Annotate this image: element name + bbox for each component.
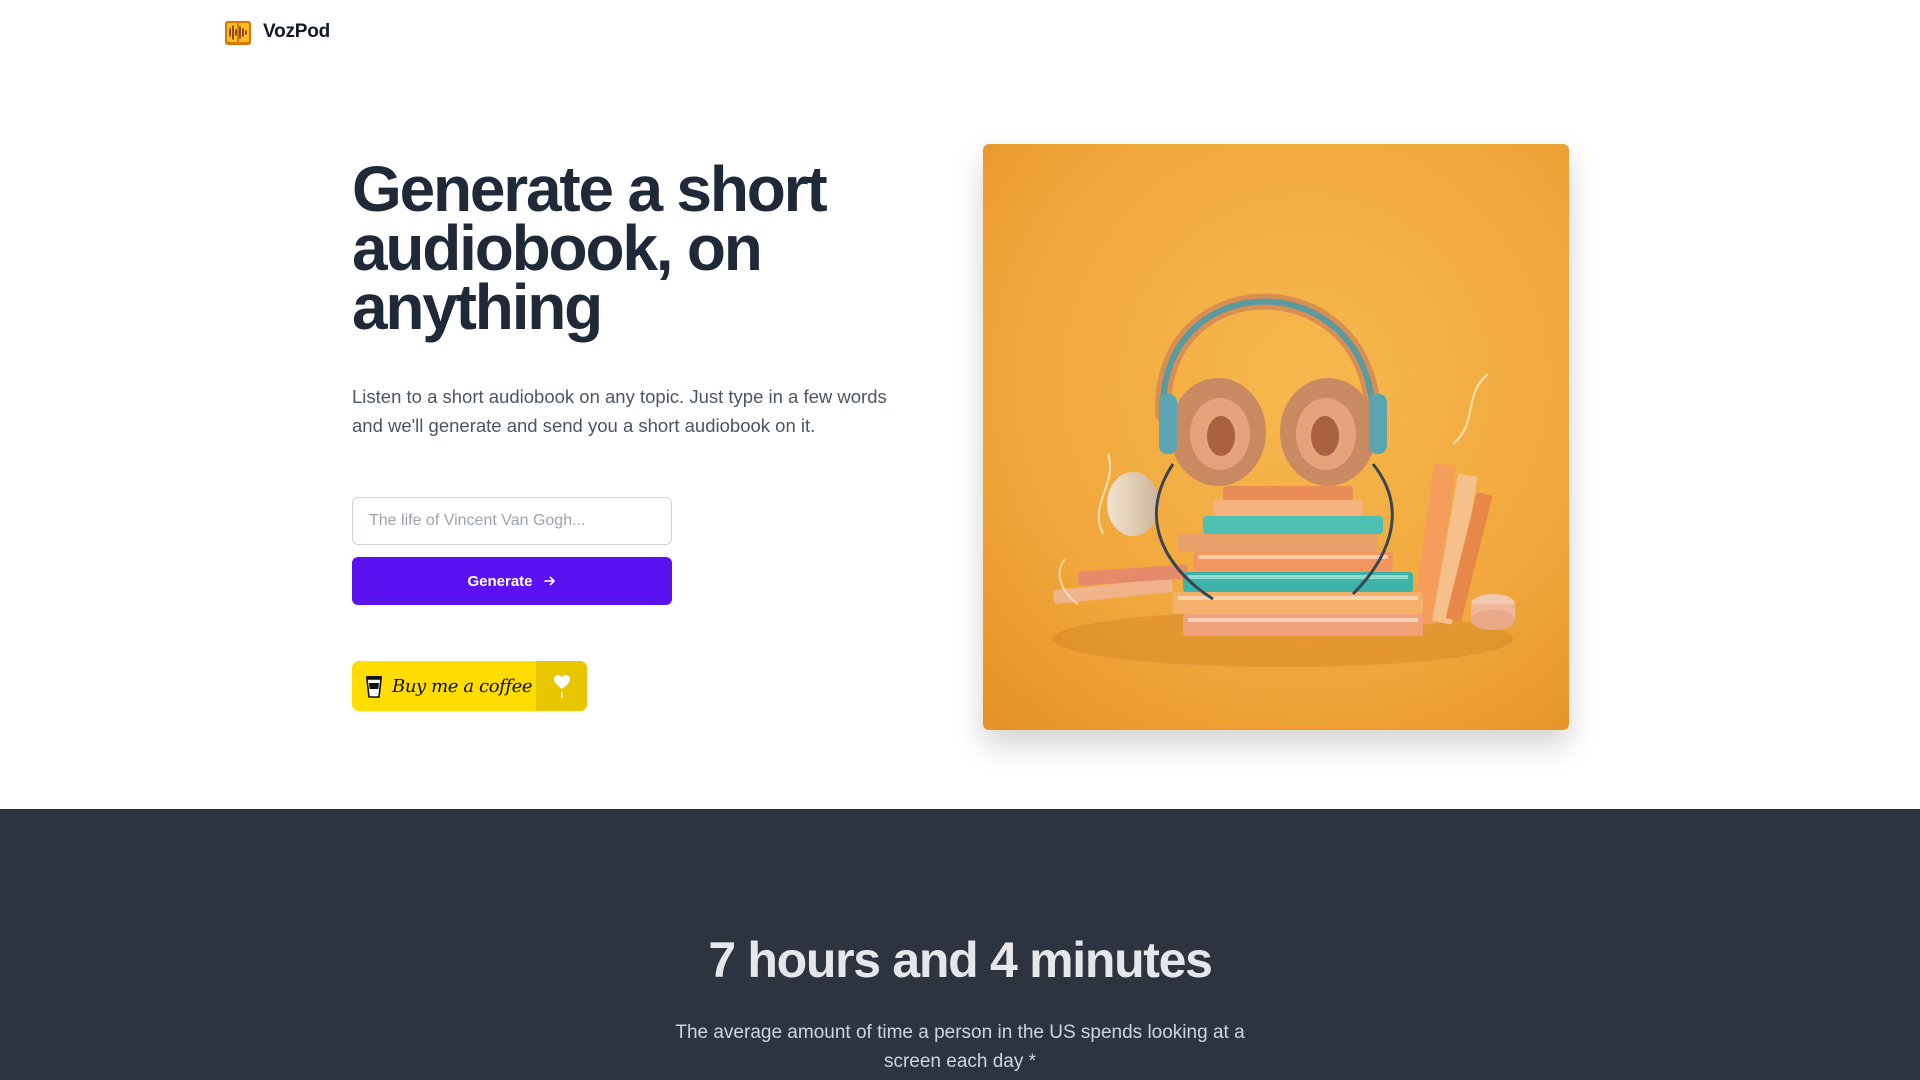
heart-accent-mark — [560, 692, 563, 698]
coffee-button-heart-area — [536, 661, 587, 711]
hero-image — [983, 144, 1569, 730]
hero-title: Generate a short audiobook, on anything — [352, 153, 828, 343]
topic-input[interactable] — [352, 497, 672, 545]
brand-name[interactable]: VozPod — [263, 21, 330, 43]
stat-headline: 7 hours and 4 minutes — [708, 932, 1213, 988]
buy-me-a-coffee-button[interactable]: Buy me a coffee — [352, 661, 587, 711]
headphones-on-books-illustration — [983, 144, 1569, 730]
coffee-cup-icon — [366, 676, 382, 698]
generate-button-label: Generate — [467, 572, 533, 590]
site-header: VozPod — [223, 14, 330, 50]
generate-button[interactable]: Generate — [352, 557, 672, 605]
screen-time-section: 7 hours and 4 minutes The average amount… — [0, 809, 1920, 1080]
stat-description: The average amount of time a person in t… — [675, 1022, 1245, 1072]
heart-icon — [553, 675, 570, 689]
coffee-button-main: Buy me a coffee — [352, 661, 536, 711]
hero-subtitle: Listen to a short audiobook on any topic… — [352, 386, 887, 436]
coffee-button-label: Buy me a coffee — [392, 675, 533, 697]
arrow-right-icon — [543, 576, 555, 586]
soundwave-book-icon[interactable] — [223, 17, 253, 47]
